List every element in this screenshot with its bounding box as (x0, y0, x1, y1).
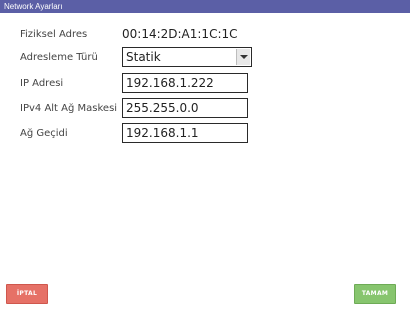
title-bar: Network Ayarları (0, 0, 410, 13)
addressing-type-select[interactable]: Statik (122, 47, 252, 67)
gateway-label: Ağ Geçidi (20, 128, 68, 139)
ok-button[interactable]: TAMAM (354, 284, 396, 304)
ip-address-label: IP Adresi (20, 78, 64, 89)
subnet-mask-label: IPv4 Alt Ağ Maskesi (20, 103, 118, 114)
addressing-type-value: Statik (126, 50, 161, 64)
window-title: Network Ayarları (4, 2, 63, 11)
subnet-mask-row: IPv4 Alt Ağ Maskesi 255.255.0.0 (6, 98, 404, 122)
addressing-type-label: Adresleme Türü (20, 52, 98, 63)
physical-address-row: Fiziksel Adres 00:14:2D:A1:1C:1C (6, 24, 404, 48)
physical-address-label: Fiziksel Adres (20, 29, 88, 40)
footer-bar: İPTAL TAMAM (0, 278, 398, 308)
chevron-down-icon[interactable] (236, 49, 250, 65)
ip-address-input[interactable]: 192.168.1.222 (122, 73, 248, 93)
gateway-input[interactable]: 192.168.1.1 (122, 123, 248, 143)
network-settings-panel: Fiziksel Adres 00:14:2D:A1:1C:1C Adresle… (6, 16, 404, 304)
gateway-row: Ağ Geçidi 192.168.1.1 (6, 123, 404, 147)
subnet-mask-input[interactable]: 255.255.0.0 (122, 98, 248, 118)
ip-address-row: IP Adresi 192.168.1.222 (6, 73, 404, 97)
addressing-type-row: Adresleme Türü Statik (6, 47, 404, 71)
physical-address-value: 00:14:2D:A1:1C:1C (122, 27, 238, 41)
cancel-button[interactable]: İPTAL (6, 284, 48, 304)
